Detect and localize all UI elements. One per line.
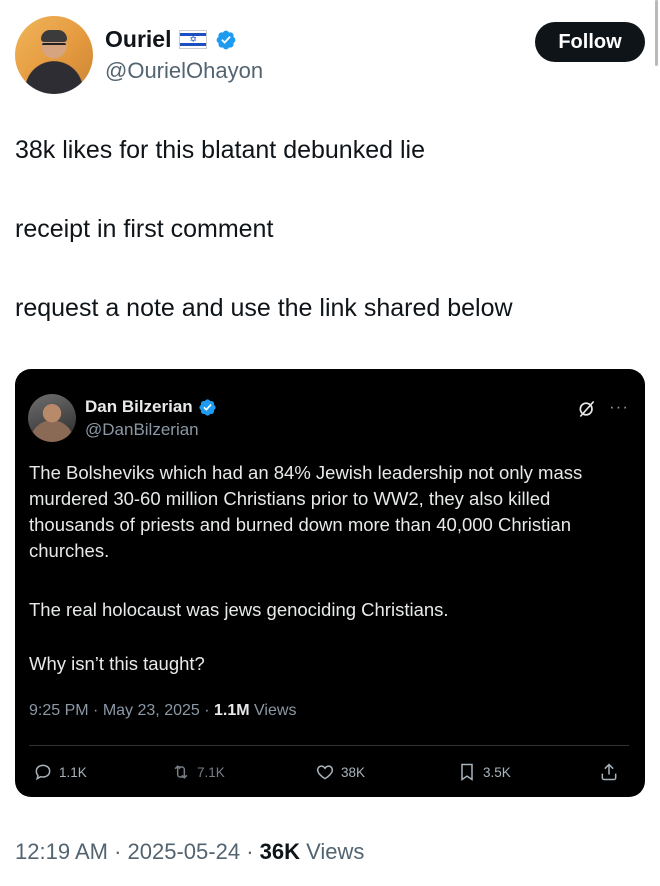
reply-count: 1.1K bbox=[59, 764, 87, 780]
quoted-paragraph: Why isn’t this taught? bbox=[29, 653, 205, 674]
repost-button[interactable]: 7.1K bbox=[171, 762, 225, 782]
quoted-avatar[interactable] bbox=[28, 394, 76, 442]
tweet-text-line: 38k likes for this blatant debunked lie bbox=[15, 136, 425, 164]
bookmark-count: 3.5K bbox=[483, 764, 511, 780]
repost-icon bbox=[174, 765, 188, 779]
avatar[interactable] bbox=[15, 16, 93, 94]
more-icon[interactable]: ··· bbox=[609, 397, 629, 417]
tweet-time[interactable]: 12:19 AM bbox=[15, 839, 108, 864]
israel-flag-icon: ✡ bbox=[179, 30, 208, 49]
like-icon bbox=[316, 765, 334, 780]
like-button[interactable]: 38K bbox=[315, 762, 365, 782]
quoted-author-handle[interactable]: @DanBilzerian bbox=[85, 420, 199, 440]
quoted-action-bar: 1.1K 7.1K 38K 3.5K bbox=[33, 762, 627, 784]
tweet-meta: 12:19 AM · 2025-05-24 · 36K Views bbox=[15, 839, 365, 864]
tweet-views-label: Views bbox=[306, 839, 365, 864]
quoted-name-row: Dan Bilzerian bbox=[85, 397, 217, 417]
author-handle[interactable]: @OurielOhayon bbox=[105, 58, 263, 84]
avatar-hair bbox=[41, 30, 67, 42]
quoted-paragraph: The real holocaust was jews genociding C… bbox=[29, 599, 449, 620]
scrollbar[interactable] bbox=[655, 0, 658, 66]
bookmark-button[interactable]: 3.5K bbox=[457, 762, 511, 782]
tweet-date[interactable]: 2025-05-24 bbox=[128, 839, 241, 864]
reply-icon bbox=[35, 764, 51, 781]
quoted-date[interactable]: May 23, 2025 bbox=[103, 702, 200, 719]
tweet-text-line: request a note and use the link shared b… bbox=[15, 294, 513, 322]
like-count: 38K bbox=[341, 764, 366, 780]
divider bbox=[29, 745, 629, 746]
follow-button[interactable]: Follow bbox=[535, 22, 645, 62]
grok-icon[interactable] bbox=[577, 399, 597, 419]
author-name[interactable]: Ouriel bbox=[105, 26, 171, 53]
author-name-row: Ouriel ✡ bbox=[105, 26, 237, 53]
quoted-meta: 9:25 PM · May 23, 2025 · 1.1M Views bbox=[29, 702, 297, 719]
reply-button[interactable]: 1.1K bbox=[33, 762, 87, 782]
quoted-tweet[interactable]: Dan Bilzerian @DanBilzerian ··· The Bols… bbox=[15, 369, 645, 797]
share-icon bbox=[601, 763, 617, 781]
share-button[interactable] bbox=[599, 762, 619, 782]
verified-badge-icon bbox=[199, 398, 216, 416]
avatar-glasses bbox=[42, 43, 66, 50]
bookmark-icon bbox=[461, 763, 473, 781]
quoted-author-name[interactable]: Dan Bilzerian bbox=[85, 397, 193, 417]
quoted-views-label: Views bbox=[254, 702, 297, 719]
tweet-text-line: receipt in first comment bbox=[15, 215, 274, 243]
quoted-time[interactable]: 9:25 PM bbox=[29, 702, 89, 719]
quoted-paragraph: The Bolsheviks which had an 84% Jewish l… bbox=[29, 462, 583, 561]
repost-count: 7.1K bbox=[197, 764, 225, 780]
quoted-views-count: 1.1M bbox=[214, 702, 250, 719]
tweet-header: Ouriel ✡ @OurielOhayon Follow bbox=[15, 14, 645, 94]
verified-badge-icon bbox=[217, 30, 236, 49]
tweet-views-count: 36K bbox=[259, 839, 301, 864]
